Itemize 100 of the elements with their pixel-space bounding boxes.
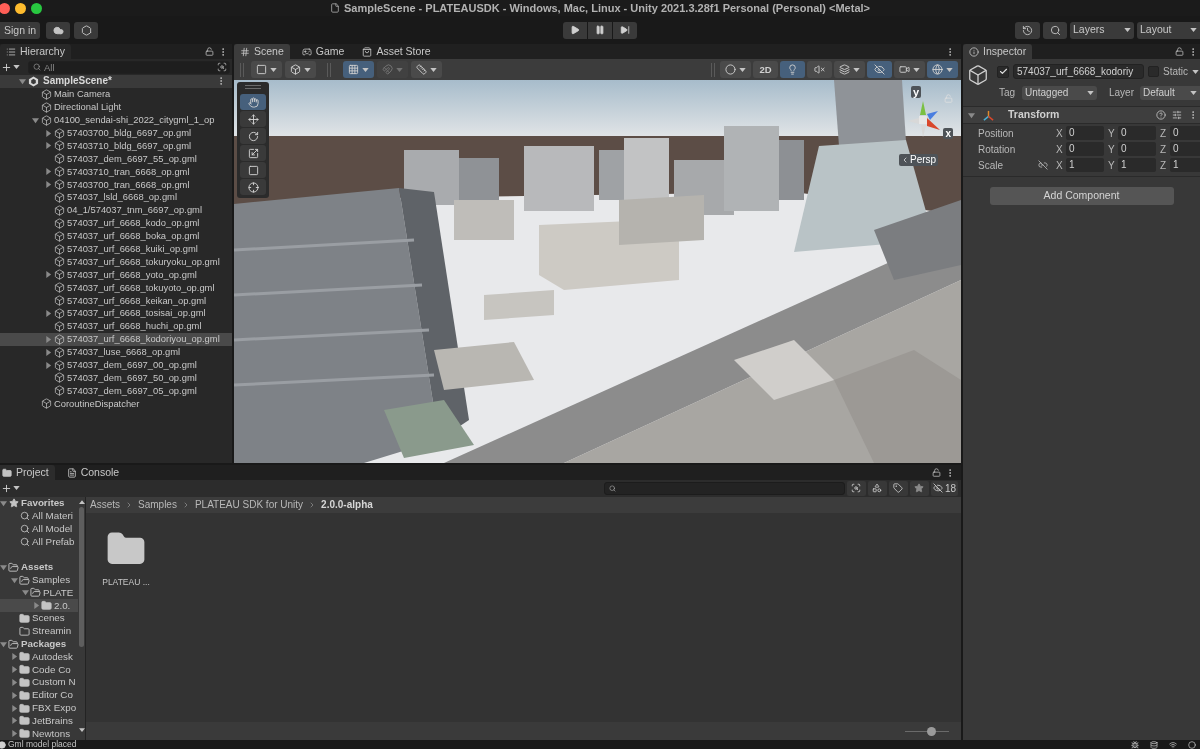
close-button[interactable] [0, 2, 10, 14]
caret-right-icon[interactable] [45, 361, 52, 369]
hidden-packages-button[interactable]: 18 [930, 480, 958, 496]
number-field[interactable]: 0 [1170, 142, 1200, 156]
cloud-button[interactable] [46, 21, 71, 39]
caret-down-icon[interactable] [19, 77, 26, 85]
minimize-button[interactable] [15, 2, 26, 14]
hierarchy-item[interactable]: 574037_urf_6668_tosisai_op.gml [0, 307, 232, 320]
project-tree-item[interactable]: All Model [0, 522, 78, 536]
caret-down-icon[interactable] [0, 499, 7, 507]
caret-right-icon[interactable] [11, 691, 18, 699]
panel-tab[interactable]: Game [295, 44, 351, 59]
create-button[interactable] [0, 482, 20, 494]
hierarchy-item[interactable]: 574037_urf_6668_tokuyoto_op.gml [0, 281, 232, 295]
caret-down-icon[interactable] [11, 576, 18, 584]
breadcrumb-link[interactable]: 2.0.0-alpha [321, 498, 373, 511]
hierarchy-item[interactable]: 57403710_bldg_6697_op.gml [0, 139, 232, 153]
hierarchy-item[interactable]: 574037_dem_6697_55_op.gml [0, 152, 232, 166]
caret-down-icon[interactable] [0, 640, 7, 648]
project-tree-item[interactable]: Code Co [0, 663, 78, 676]
toolbar-button[interactable] [343, 61, 374, 78]
step-button[interactable] [613, 21, 637, 39]
number-field[interactable]: 0 [1118, 142, 1156, 156]
hierarchy-item[interactable]: 574037_luse_6668_op.gml [0, 345, 232, 359]
hierarchy-item[interactable]: 574037_urf_6668_tokuryoku_op.gml [0, 255, 232, 269]
tool-button[interactable] [240, 179, 266, 195]
component-header[interactable]: Transform [963, 107, 1200, 124]
caret-right-icon[interactable] [45, 181, 52, 189]
object-name-field[interactable]: 574037_urf_6668_kodoriy [1013, 64, 1144, 79]
project-tree-item[interactable]: Streamin [0, 624, 78, 638]
sign-in-button[interactable]: Sign in [0, 21, 41, 39]
panel-tab[interactable]: Project [0, 465, 55, 480]
label-filter-button[interactable] [888, 480, 908, 496]
caret-right-icon[interactable] [45, 142, 52, 150]
project-tree-item[interactable]: Samples [0, 573, 78, 587]
number-field[interactable]: 0 [1118, 126, 1156, 140]
caret-down-icon[interactable] [968, 111, 975, 119]
tool-button[interactable] [240, 111, 266, 127]
number-field[interactable]: 1 [1118, 158, 1156, 172]
panel-tab[interactable]: Scene [234, 44, 290, 59]
projection-toggle[interactable]: Persp [899, 154, 939, 166]
toolbar-button[interactable] [834, 61, 865, 78]
caret-right-icon[interactable] [33, 602, 40, 610]
hierarchy-item[interactable]: 04100_sendai-shi_2022_citygml_1_op [0, 113, 232, 127]
hierarchy-item[interactable]: 574037_urf_6668_keikan_op.gml [0, 294, 232, 308]
favorite-button[interactable] [909, 480, 929, 496]
search-field[interactable]: All [28, 60, 230, 74]
number-field[interactable]: 0 [1066, 126, 1104, 140]
layer-dropdown[interactable]: Default [1140, 85, 1200, 100]
project-tree-item[interactable]: Custom N [0, 676, 78, 689]
add-component-button[interactable]: Add Component [989, 187, 1174, 205]
tool-button[interactable] [240, 128, 266, 144]
toolbar-button[interactable] [780, 61, 805, 78]
search-button[interactable] [1043, 21, 1067, 39]
caret-right-icon[interactable] [45, 335, 52, 343]
hierarchy-item[interactable]: 574037_urf_6668_yoto_op.gml [0, 268, 232, 282]
hierarchy-item[interactable]: 04_1/574037_tnm_6697_op.gml [0, 203, 232, 217]
caret-right-icon[interactable] [11, 653, 18, 661]
hierarchy-item[interactable]: CoroutineDispatcher [0, 397, 232, 411]
caret-right-icon[interactable] [11, 730, 18, 738]
hierarchy-item[interactable]: Main Camera [0, 87, 232, 101]
caret-down-icon[interactable] [22, 589, 29, 597]
caret-right-icon[interactable] [45, 348, 52, 356]
hierarchy-item[interactable]: 574037_dem_6697_00_op.gml [0, 358, 232, 372]
number-field[interactable]: 1 [1066, 158, 1104, 172]
project-tree-item[interactable]: Assets [0, 560, 78, 574]
broken-link-icon[interactable] [1038, 160, 1048, 170]
project-tree-item[interactable]: Editor Co [0, 688, 78, 702]
search-field[interactable] [603, 481, 845, 495]
caret-right-icon[interactable] [45, 129, 52, 137]
panel-tab[interactable]: Console [60, 465, 126, 480]
project-tree-item[interactable]: FBX Expo [0, 701, 78, 715]
project-tree-item[interactable]: Newtons [0, 727, 78, 740]
project-tree-item[interactable]: 2.0. [0, 599, 78, 613]
toolbar-button[interactable] [251, 61, 282, 78]
caret-right-icon[interactable] [11, 666, 18, 674]
scroll-up-icon[interactable] [78, 499, 85, 504]
project-tree-item[interactable]: PLATE [0, 586, 78, 600]
breadcrumb-link[interactable]: Assets [90, 498, 120, 511]
settings-button[interactable] [74, 21, 99, 39]
caret-right-icon[interactable] [45, 168, 52, 176]
project-tree-item[interactable]: JetBrains [0, 714, 78, 728]
toolbar-button[interactable] [411, 61, 442, 78]
hierarchy-item[interactable]: 57403700_tran_6668_op.gml [0, 178, 232, 191]
hierarchy-item[interactable]: 574037_urf_6668_boka_op.gml [0, 229, 232, 243]
project-tree-item[interactable]: Favorites [0, 496, 78, 510]
pause-button[interactable] [588, 21, 612, 39]
tool-button[interactable] [240, 145, 266, 161]
layout-dropdown[interactable]: Layout [1137, 21, 1200, 39]
number-field[interactable]: 1 [1170, 158, 1200, 172]
toolbar-button[interactable]: 2D [753, 61, 778, 78]
caret-right-icon[interactable] [45, 271, 52, 279]
tool-button[interactable] [240, 162, 266, 178]
hierarchy-item[interactable]: 57403710_tran_6668_op.gml [0, 165, 232, 179]
toolbar-button[interactable] [894, 61, 925, 78]
panel-tab[interactable]: Asset Store [356, 44, 437, 59]
scroll-down-icon[interactable] [78, 728, 85, 732]
scrollbar[interactable] [78, 496, 85, 740]
panel-tab[interactable]: Hierarchy [0, 44, 71, 59]
history-button[interactable] [1015, 21, 1040, 39]
